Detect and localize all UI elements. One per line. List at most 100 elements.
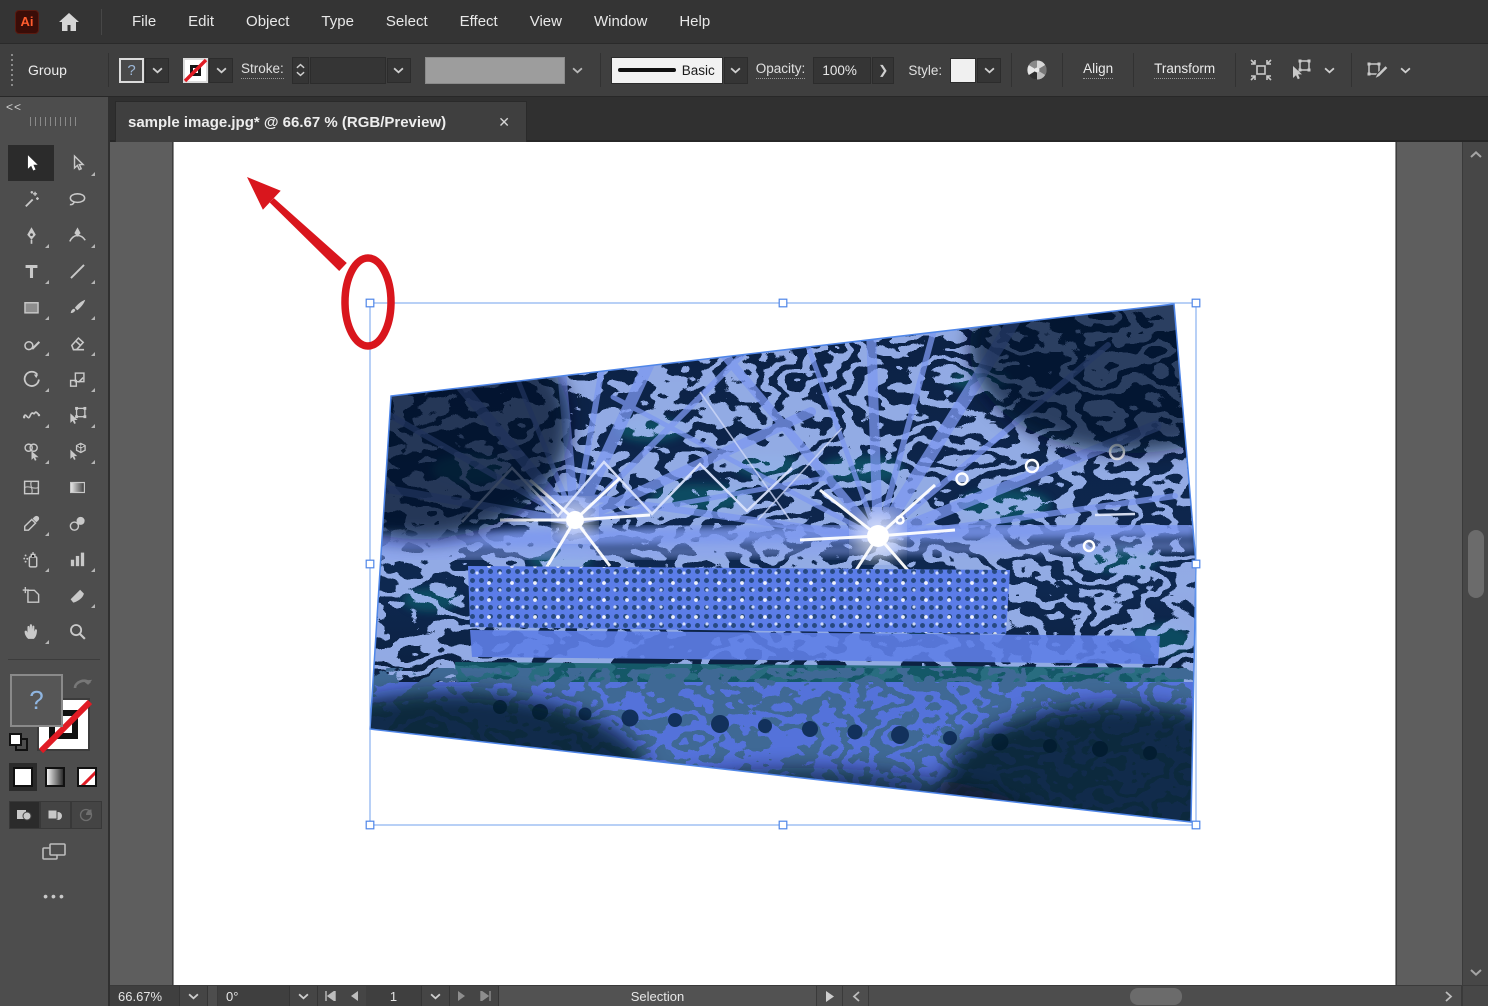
edit-similar-button[interactable] bbox=[1362, 55, 1392, 85]
fill-proxy-swatch[interactable]: ? bbox=[10, 674, 63, 727]
tool-eyedropper[interactable] bbox=[8, 505, 54, 541]
status-menu-arrow[interactable] bbox=[817, 986, 843, 1006]
handle-bottom-center[interactable] bbox=[779, 821, 787, 829]
tool-magic-wand[interactable] bbox=[8, 181, 54, 217]
panel-drag-handle[interactable] bbox=[10, 54, 14, 86]
scroll-right-button[interactable] bbox=[1436, 986, 1462, 1006]
none-button[interactable] bbox=[73, 763, 101, 791]
tool-hand[interactable] bbox=[8, 613, 54, 649]
menu-select[interactable]: Select bbox=[370, 0, 444, 44]
swap-fill-stroke-icon[interactable] bbox=[72, 674, 94, 692]
select-similar-button[interactable] bbox=[1286, 55, 1316, 85]
zoom-level-dropdown[interactable] bbox=[180, 986, 208, 1006]
tool-pen[interactable] bbox=[8, 217, 54, 253]
handle-top-center[interactable] bbox=[779, 299, 787, 307]
tool-paintbrush[interactable] bbox=[54, 289, 100, 325]
tool-blend[interactable] bbox=[54, 505, 100, 541]
tool-column-graph[interactable] bbox=[54, 541, 100, 577]
menu-view[interactable]: View bbox=[514, 0, 578, 44]
tool-rotate[interactable] bbox=[8, 361, 54, 397]
align-panel-link[interactable]: Align bbox=[1083, 61, 1113, 79]
app-logo-icon[interactable]: Ai bbox=[15, 10, 39, 34]
edit-toolbar-button[interactable]: ••• bbox=[0, 888, 110, 904]
rotation-field[interactable]: 0° bbox=[218, 986, 290, 1006]
style-dropdown[interactable] bbox=[977, 58, 1001, 83]
menu-window[interactable]: Window bbox=[578, 0, 663, 44]
next-artboard-button[interactable] bbox=[450, 986, 474, 1006]
zoom-level-field[interactable]: 66.67% bbox=[110, 986, 180, 1006]
tool-gradient[interactable] bbox=[54, 469, 100, 505]
tool-artboard[interactable] bbox=[8, 577, 54, 613]
handle-top-right[interactable] bbox=[1192, 299, 1200, 307]
stroke-color-dropdown[interactable] bbox=[209, 58, 233, 83]
vertical-scrollbar[interactable] bbox=[1462, 142, 1488, 985]
horizontal-scrollbar[interactable] bbox=[869, 986, 1436, 1006]
style-swatch[interactable] bbox=[950, 58, 976, 83]
tool-eraser[interactable] bbox=[54, 325, 100, 361]
tool-perspective-grid[interactable] bbox=[54, 433, 100, 469]
menu-edit[interactable]: Edit bbox=[172, 0, 230, 44]
previous-artboard-button[interactable] bbox=[342, 986, 366, 1006]
default-fill-stroke-icon[interactable] bbox=[8, 732, 30, 752]
status-indicator[interactable]: Selection bbox=[499, 986, 817, 1006]
color-button[interactable] bbox=[9, 763, 37, 791]
menu-help[interactable]: Help bbox=[663, 0, 726, 44]
panel-collapse-button[interactable]: << bbox=[6, 100, 22, 114]
horizontal-scroll-thumb[interactable] bbox=[1130, 988, 1182, 1005]
draw-normal-button[interactable] bbox=[9, 801, 40, 829]
draw-behind-button[interactable] bbox=[40, 801, 71, 829]
document-tab[interactable]: sample image.jpg* @ 66.67 % (RGB/Preview… bbox=[115, 101, 527, 142]
handle-mid-right[interactable] bbox=[1192, 560, 1200, 568]
brush-dropdown[interactable] bbox=[724, 57, 748, 84]
tools-drag-handle[interactable] bbox=[30, 117, 78, 126]
brush-definition-field[interactable]: Basic bbox=[611, 57, 723, 84]
last-artboard-button[interactable] bbox=[474, 986, 498, 1006]
handle-mid-left[interactable] bbox=[366, 560, 374, 568]
menu-object[interactable]: Object bbox=[230, 0, 305, 44]
tool-width[interactable] bbox=[8, 397, 54, 433]
stroke-weight-dropdown[interactable] bbox=[387, 58, 411, 83]
tool-shape-builder[interactable] bbox=[8, 433, 54, 469]
tool-selection[interactable] bbox=[8, 145, 54, 181]
stroke-color-swatch[interactable] bbox=[183, 58, 208, 83]
gradient-button[interactable] bbox=[41, 763, 69, 791]
select-similar-dropdown[interactable] bbox=[1317, 58, 1341, 83]
tab-close-button[interactable]: ✕ bbox=[494, 112, 514, 133]
fill-color-dropdown[interactable] bbox=[145, 58, 169, 83]
tool-scale[interactable] bbox=[54, 361, 100, 397]
tool-curvature[interactable] bbox=[54, 217, 100, 253]
menu-file[interactable]: File bbox=[116, 0, 172, 44]
tool-lasso[interactable] bbox=[54, 181, 100, 217]
handle-bottom-right[interactable] bbox=[1192, 821, 1200, 829]
screen-mode-button[interactable] bbox=[37, 837, 71, 867]
opacity-label[interactable]: Opacity: bbox=[756, 61, 806, 79]
tool-line-segment[interactable] bbox=[54, 253, 100, 289]
scroll-down-icon[interactable] bbox=[1469, 968, 1483, 977]
stroke-weight-field[interactable] bbox=[310, 57, 386, 84]
tool-mesh[interactable] bbox=[8, 469, 54, 505]
stroke-weight-label[interactable]: Stroke: bbox=[241, 61, 284, 79]
tool-zoom[interactable] bbox=[54, 613, 100, 649]
tool-slice[interactable] bbox=[54, 577, 100, 613]
home-button[interactable] bbox=[57, 11, 81, 33]
opacity-field[interactable]: 100% bbox=[813, 57, 871, 84]
tool-symbol-sprayer[interactable] bbox=[8, 541, 54, 577]
handle-top-left[interactable] bbox=[366, 299, 374, 307]
opacity-more-button[interactable]: ❯ bbox=[872, 57, 894, 84]
transform-panel-link[interactable]: Transform bbox=[1154, 61, 1215, 79]
artboard-number-field[interactable]: 1 bbox=[366, 986, 422, 1006]
stroke-weight-stepper[interactable] bbox=[292, 57, 309, 84]
tool-rectangle[interactable] bbox=[8, 289, 54, 325]
tool-free-transform[interactable] bbox=[54, 397, 100, 433]
handle-bottom-left[interactable] bbox=[366, 821, 374, 829]
scroll-up-icon[interactable] bbox=[1469, 150, 1483, 159]
fill-color-swatch[interactable]: ? bbox=[119, 58, 144, 83]
tool-direct-selection[interactable] bbox=[54, 145, 100, 181]
first-artboard-button[interactable] bbox=[318, 986, 342, 1006]
isolate-object-button[interactable] bbox=[1246, 55, 1276, 85]
edit-similar-dropdown[interactable] bbox=[1393, 58, 1417, 83]
vertical-scroll-thumb[interactable] bbox=[1468, 530, 1484, 598]
canvas-area[interactable] bbox=[110, 142, 1462, 985]
rotation-dropdown[interactable] bbox=[290, 986, 318, 1006]
scroll-left-button[interactable] bbox=[843, 986, 869, 1006]
